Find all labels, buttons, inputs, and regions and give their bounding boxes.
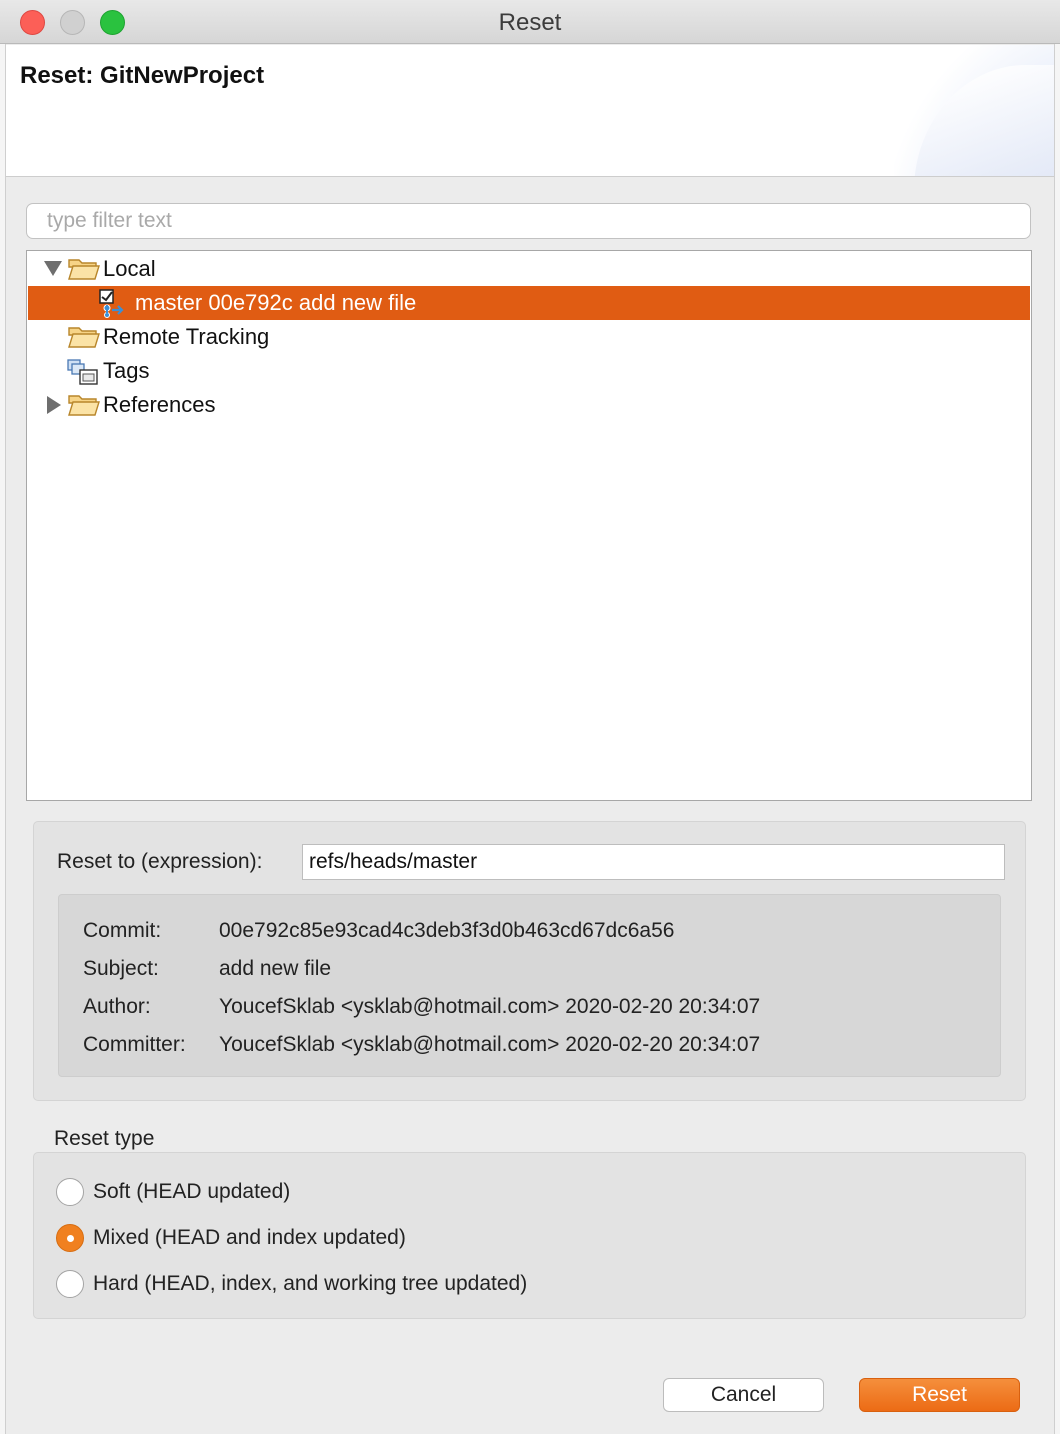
committer-label: Committer: [83,1033,186,1056]
branch-icon [99,289,124,318]
subject-label: Subject: [83,957,159,980]
title-bar: Reset [0,0,1060,44]
reset-type-label: Reset type [54,1127,155,1150]
cancel-button[interactable]: Cancel [663,1378,824,1412]
radio-label: Hard (HEAD, index, and working tree upda… [93,1272,528,1295]
radio-label: Soft (HEAD updated) [93,1180,291,1203]
reset-button[interactable]: Reset [859,1378,1020,1412]
commit-value: 00e792c85e93cad4c3deb3f3d0b463cd67dc6a56 [219,919,675,942]
commit-id-row: Commit: 00e792c85e93cad4c3deb3f3d0b463cd6… [83,919,674,943]
tree-item-references[interactable]: References [28,388,1030,422]
reset-mixed-option[interactable]: Mixed (HEAD and index updated) [56,1223,406,1253]
radio-label: Mixed (HEAD and index updated) [93,1226,406,1249]
subject-value: add new file [219,957,332,980]
background-editor-left-edge [0,44,6,1434]
committer-value: YoucefSklab <ysklab@hotmail.com> 2020-02… [219,1033,761,1056]
dialog-title: Reset: GitNewProject [20,62,265,89]
radio-button[interactable] [56,1178,84,1206]
filter-input[interactable] [26,203,1031,239]
background-editor-right-edge [1054,44,1060,1434]
tree-item-master-branch[interactable]: master 00e792c add new file [28,286,1030,320]
reset-soft-option[interactable]: Soft (HEAD updated) [56,1177,290,1207]
window-title: Reset [498,9,562,36]
author-label: Author: [83,995,151,1018]
folder-open-icon [68,395,100,416]
author-row: Author: YoucefSklab <ysklab@hotmail.com> … [83,995,760,1019]
tree-item-label: Remote Tracking [103,324,270,349]
expand-arrow-icon[interactable] [44,261,62,276]
tree-item-tags[interactable]: Tags [28,354,1030,388]
ref-tree[interactable]: Local master 00e792c add new file Remote… [26,250,1032,801]
tree-item-local[interactable]: Local [28,252,1030,286]
reset-type-group: Soft (HEAD updated) Mixed (HEAD and inde… [33,1152,1026,1319]
dialog-header-banner: Reset: GitNewProject [6,45,1054,177]
reset-expression-input[interactable] [302,844,1005,880]
radio-button-selected[interactable] [56,1224,84,1252]
tree-item-remote-tracking[interactable]: Remote Tracking [28,320,1030,354]
subject-row: Subject: add new file [83,957,331,981]
committer-row: Committer: YoucefSklab <ysklab@hotmail.co… [83,1033,760,1057]
tree-item-label: References [103,392,216,417]
commit-label: Commit: [83,919,162,942]
tree-item-label: Local [103,256,156,281]
collapse-arrow-icon[interactable] [47,396,61,414]
folder-open-icon [68,327,100,348]
folder-open-icon [68,259,100,280]
commit-details: Commit: 00e792c85e93cad4c3deb3f3d0b463cd6… [58,894,1001,1077]
author-value: YoucefSklab <ysklab@hotmail.com> 2020-02… [219,995,761,1018]
reset-hard-option[interactable]: Hard (HEAD, index, and working tree upda… [56,1269,527,1299]
tree-item-label: Tags [103,358,150,383]
reset-expression-panel: Reset to (expression): Commit: 00e792c85e… [33,821,1026,1101]
radio-button[interactable] [56,1270,84,1298]
tags-icon [67,359,98,385]
tree-item-label: master 00e792c add new file [135,290,417,315]
reset-expression-label: Reset to (expression): [57,850,263,873]
